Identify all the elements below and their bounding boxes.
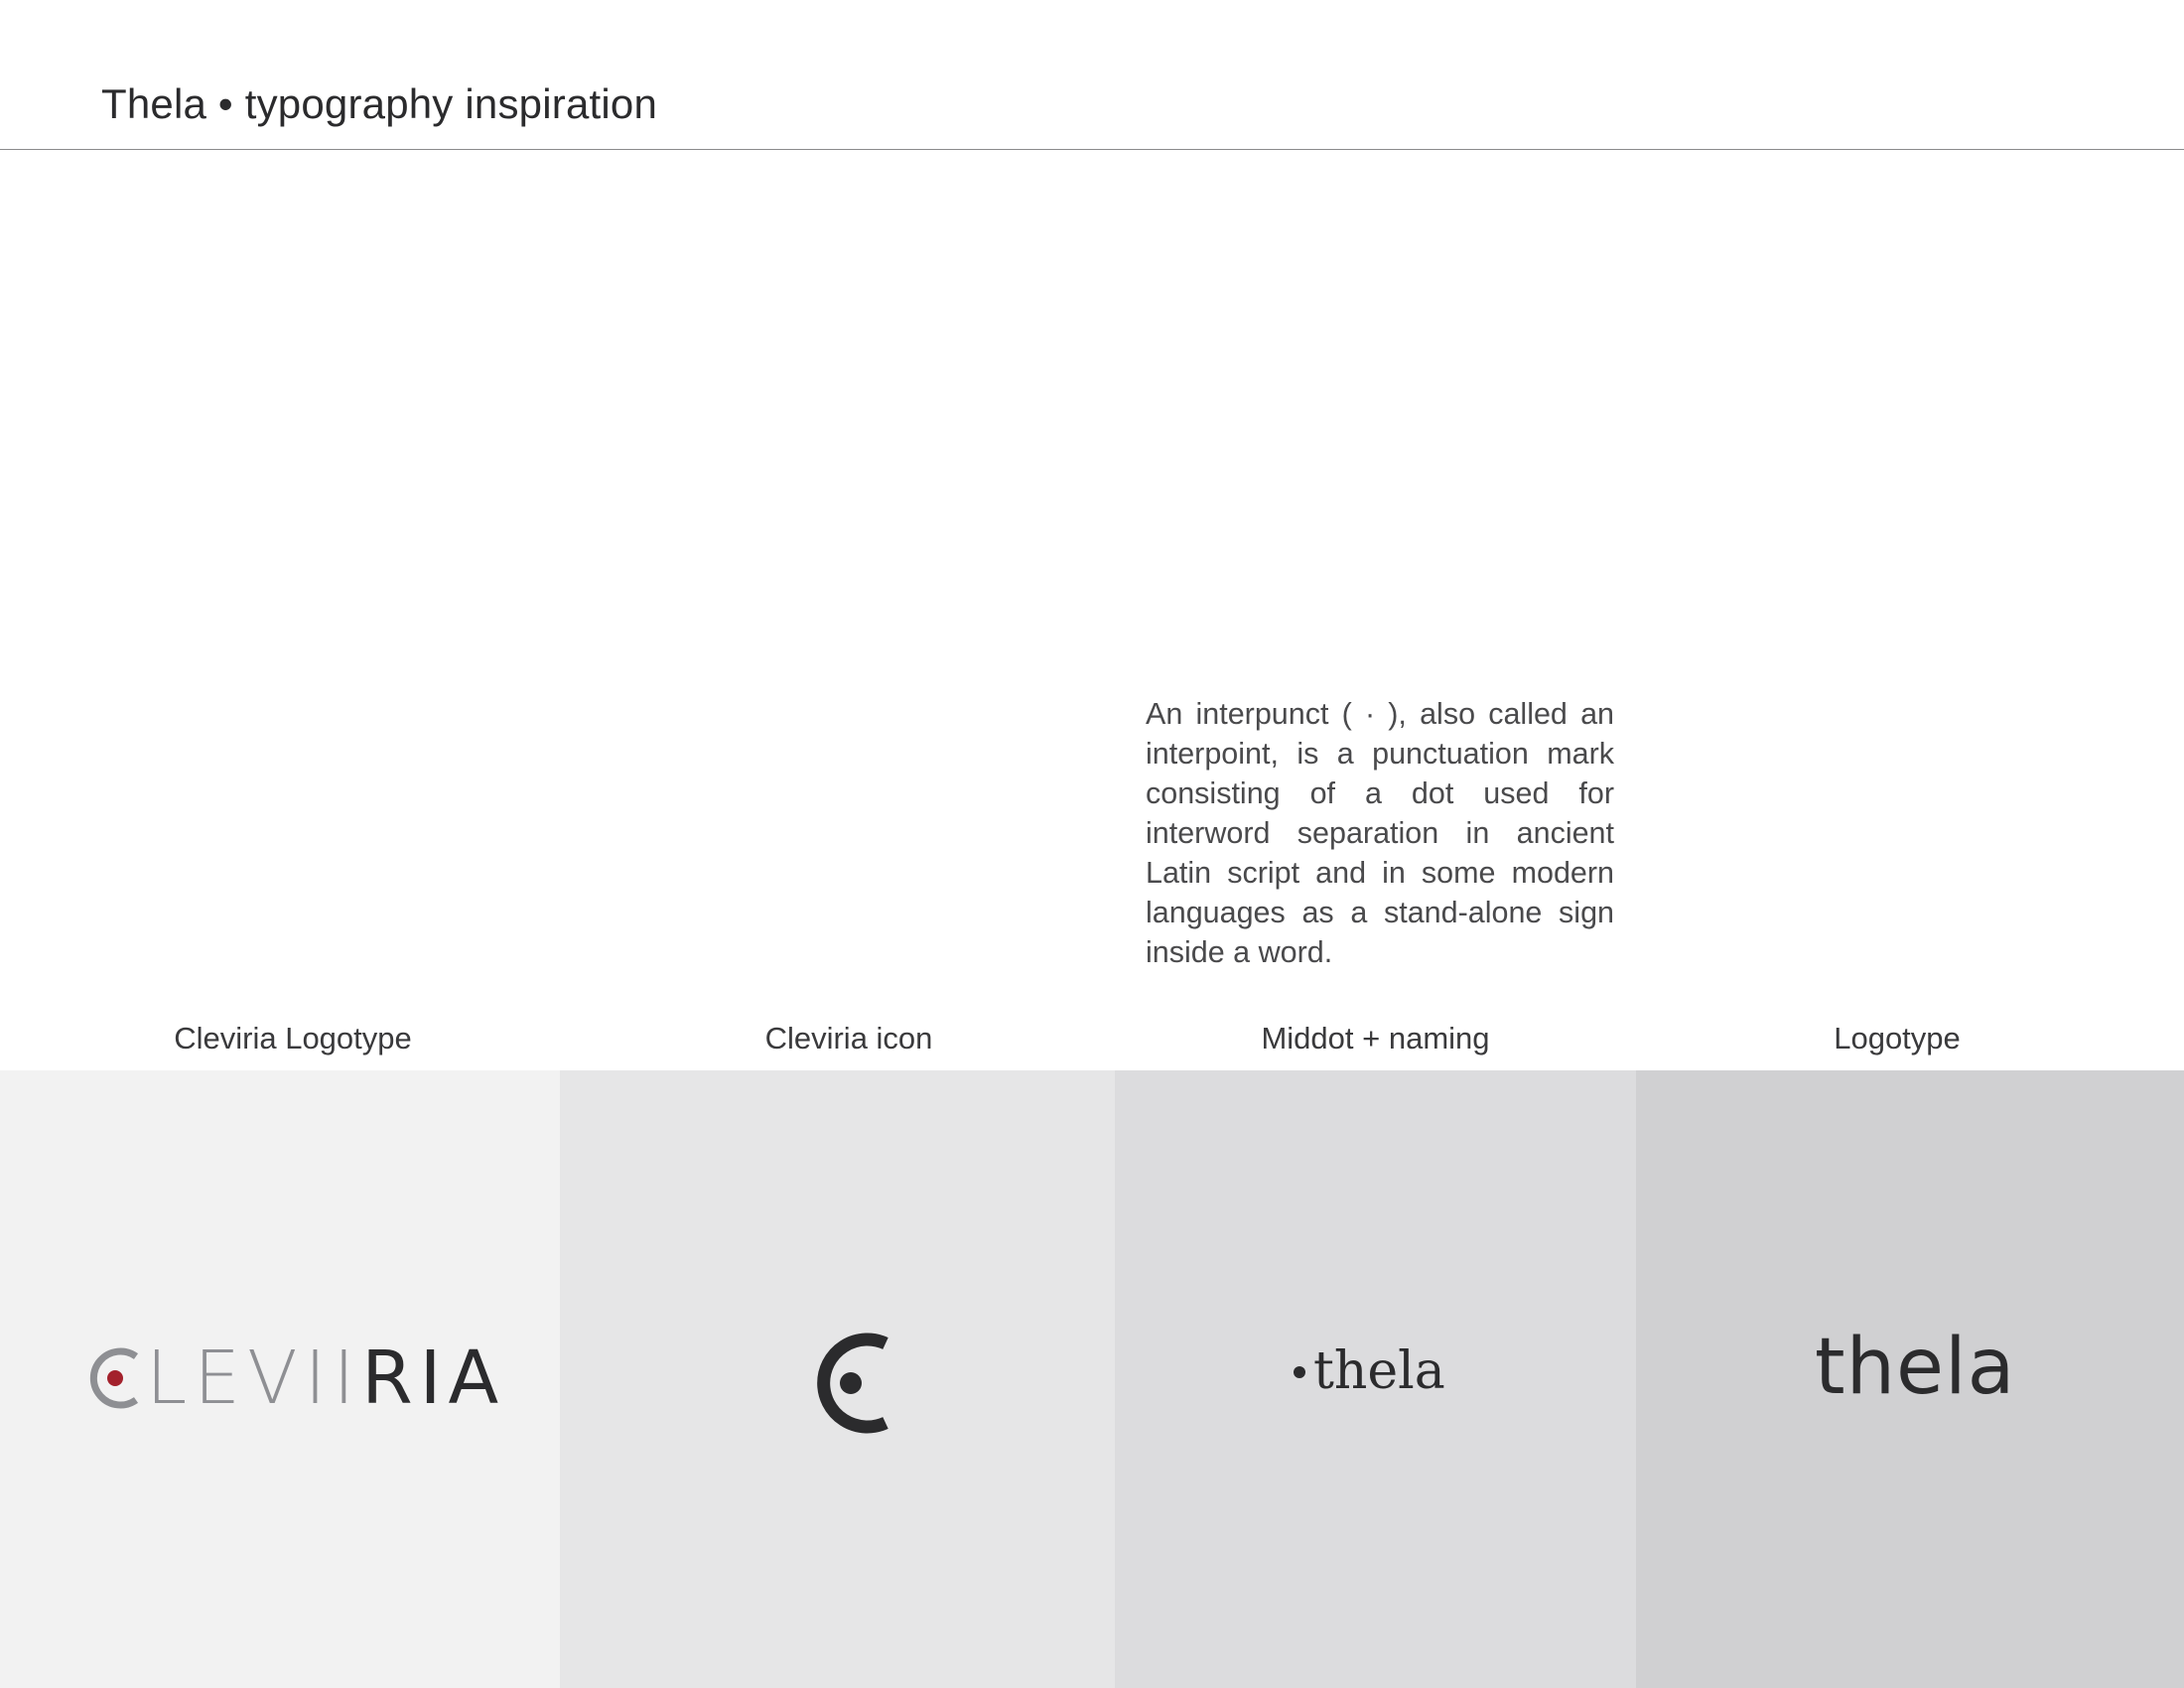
cleviria-wordmark-light: LEVI [146,1336,334,1421]
panel-label-cleviria-logotype: Cleviria Logotype [174,1021,412,1055]
cleviria-c-mark-icon [89,1347,139,1409]
panel-label-cleviria-icon: Cleviria icon [764,1021,933,1055]
cleviria-logotype: LEVIIRIA [86,1336,506,1421]
thela-logotype-panel: thela [1636,1070,2184,1688]
cleviria-c-icon [817,1333,888,1434]
page-header: Thela • typography inspiration [0,0,2184,150]
middot-thela-text: thela [1313,1341,1445,1401]
middot-naming-panel: thela [1115,1070,1636,1688]
middot-icon [1294,1365,1305,1378]
interpunct-description: An interpunct ( · ), also called an inte… [1146,696,1614,969]
thela-logotype: thela [1815,1323,2016,1412]
cleviria-wordmark-dark: RIA [361,1336,506,1421]
cleviria-icon-panel [560,1070,1115,1688]
cleviria-logotype-panel: LEVIIRIA [0,1070,560,1688]
middot-thela-logo: thela [1294,1345,1445,1397]
cleviria-wordmark: LEVIIRIA [146,1336,506,1421]
panel-label-logotype: Logotype [1834,1021,1961,1055]
panel-label-middot-naming: Middot + naming [1261,1021,1490,1055]
page-title: Thela • typography inspiration [101,80,658,127]
